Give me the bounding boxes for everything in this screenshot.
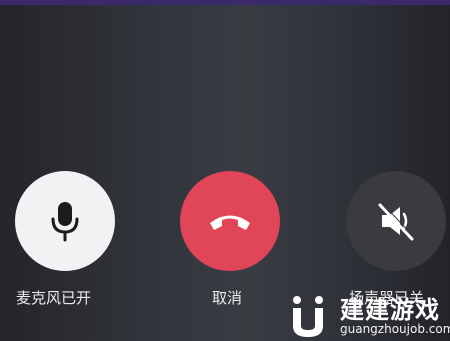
microphone-button[interactable] xyxy=(15,171,115,271)
watermark-title: 建建游戏 xyxy=(340,296,440,324)
cancel-label: 取消 xyxy=(212,289,243,307)
watermark-site: guangzhoujob.com xyxy=(340,322,450,336)
speaker-muted-icon xyxy=(378,202,415,241)
microphone-label: 麦克风已开 xyxy=(16,289,92,307)
speaker-button[interactable] xyxy=(346,171,446,271)
watermark-logo-icon xyxy=(293,296,323,337)
hang-up-phone-icon xyxy=(210,215,250,230)
microphone-icon xyxy=(51,202,79,242)
cancel-call-button[interactable] xyxy=(180,171,280,271)
site-watermark: 建建游戏 guangzhoujob.com xyxy=(288,290,450,341)
